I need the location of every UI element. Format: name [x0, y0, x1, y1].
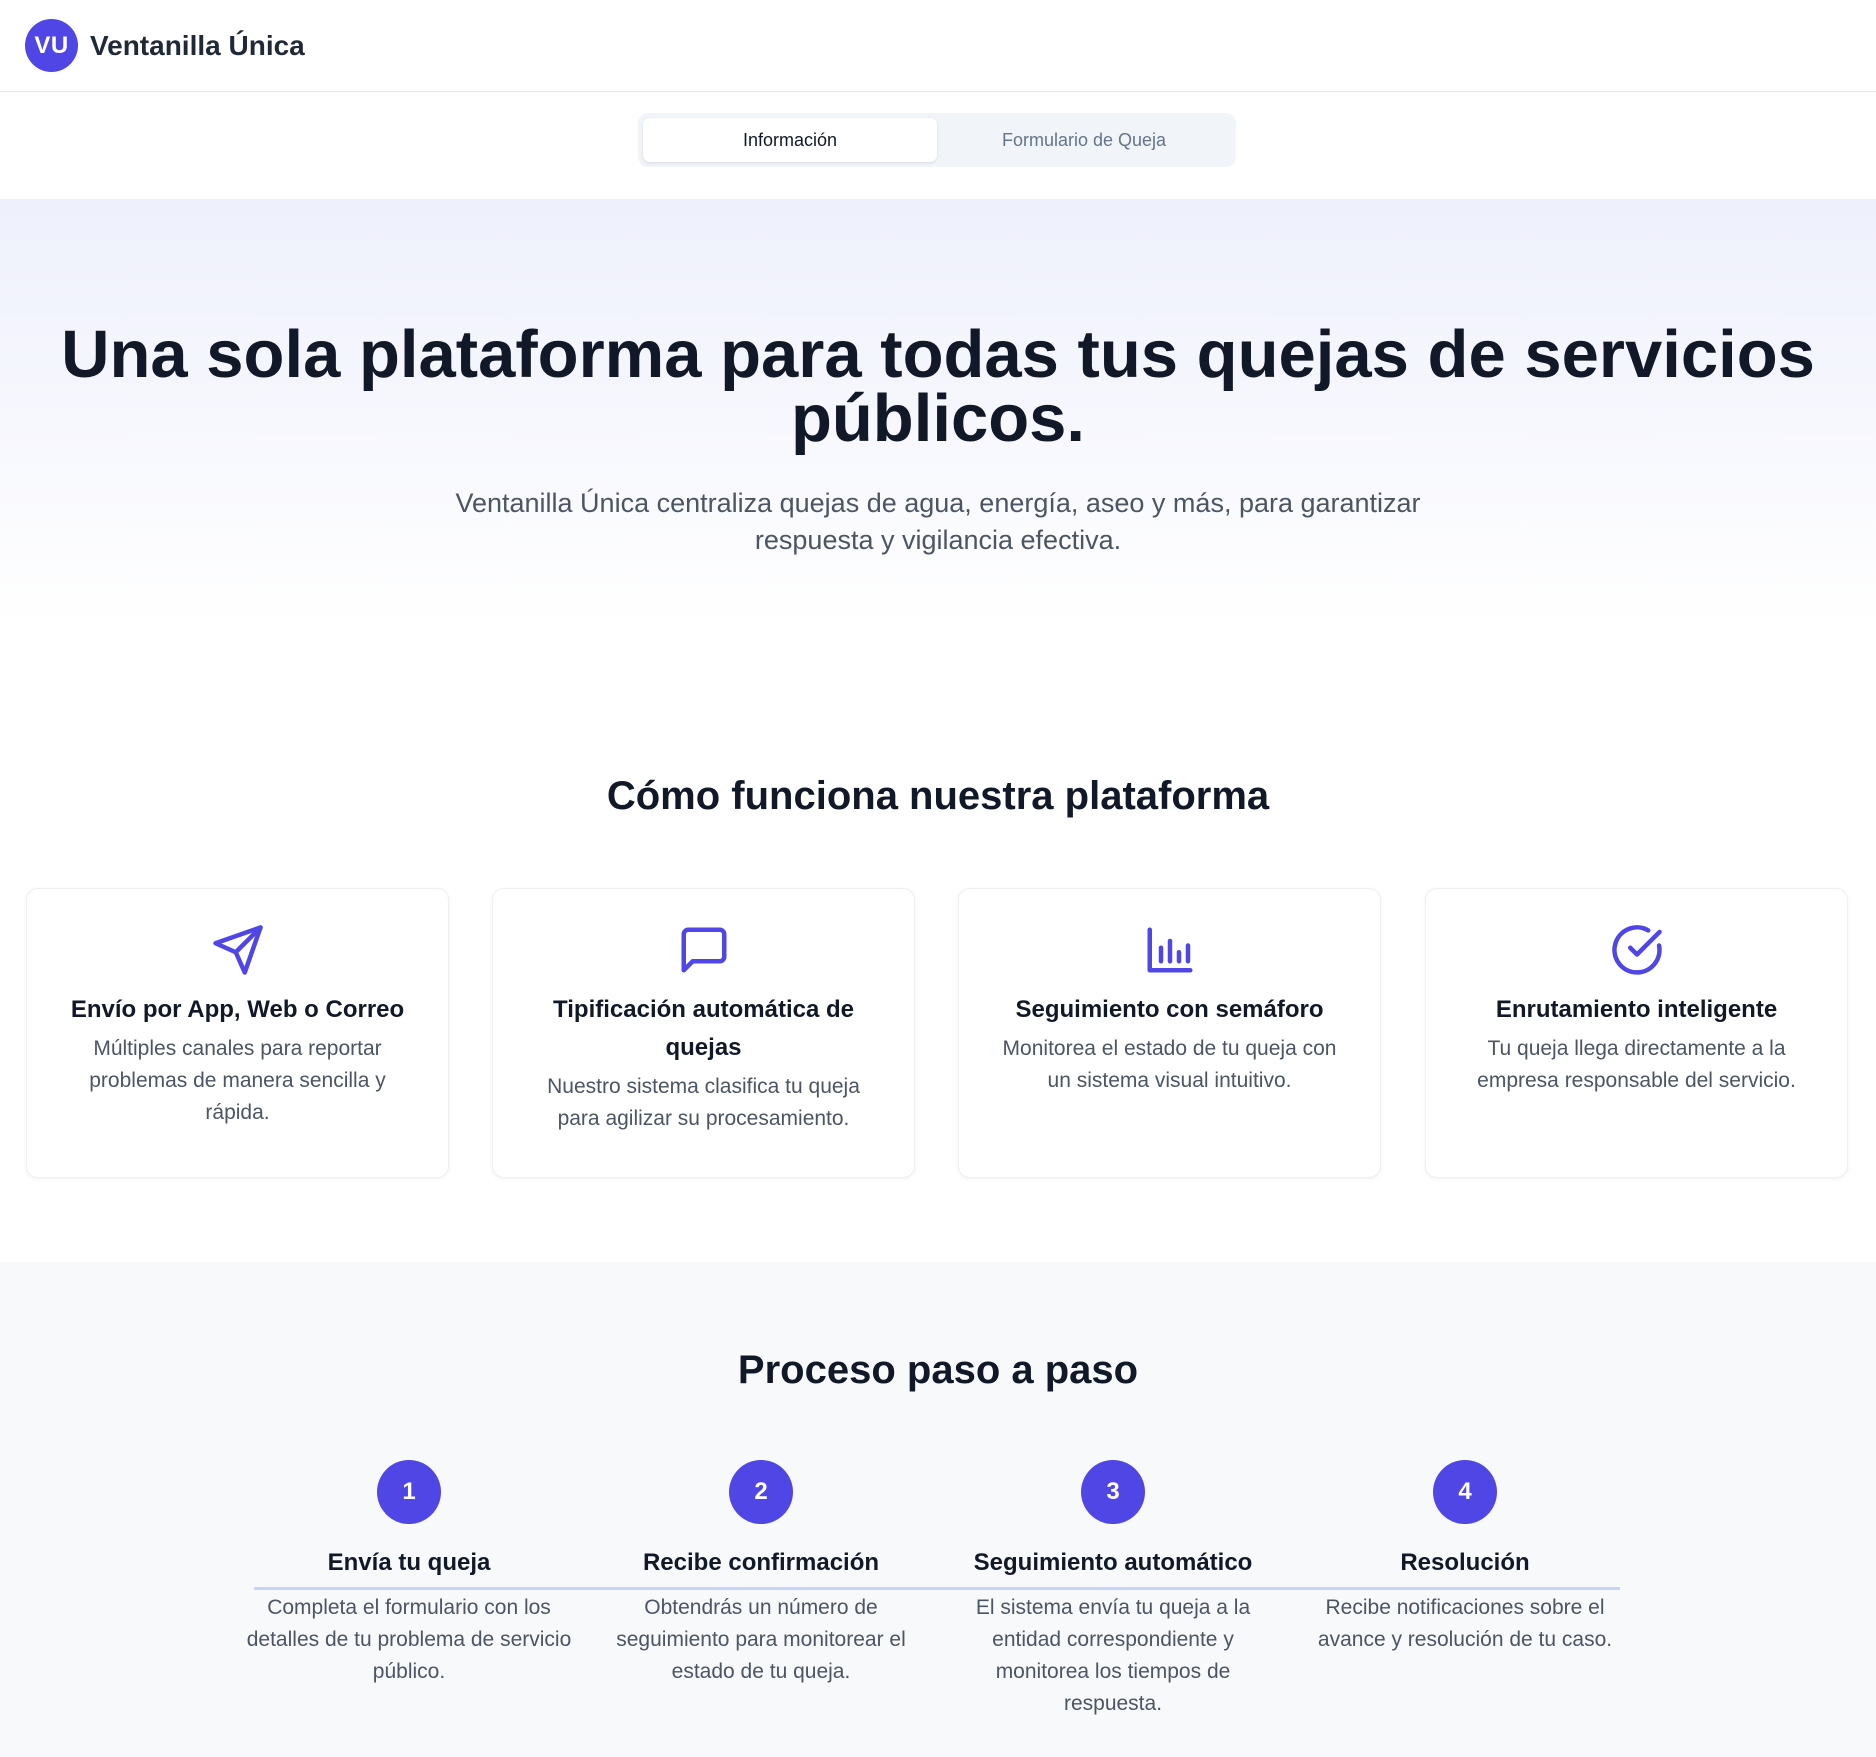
feature-card-enrutamiento: Enrutamiento inteligente Tu queja llega … — [1425, 888, 1848, 1178]
step-title: Recibe confirmación — [642, 1549, 880, 1576]
feature-card-seguimiento: Seguimiento con semáforo Monitorea el es… — [958, 888, 1381, 1178]
feature-text: Tu queja llega directamente a la empresa… — [1477, 1037, 1796, 1092]
process-step-2: 2 Recibe confirmación Obtendrás un númer… — [596, 1460, 926, 1688]
process-step-4: 4 Resolución Recibe notificaciones sobre… — [1300, 1460, 1630, 1656]
feature-card-envio: Envío por App, Web o Correo Múltiples ca… — [26, 888, 449, 1178]
step-number-badge: 1 — [377, 1460, 441, 1524]
tab-formulario-de-queja[interactable]: Formulario de Queja — [937, 118, 1231, 162]
feature-card-tipificacion: Tipificación automática de quejas Nuestr… — [492, 888, 915, 1178]
top-header: VU Ventanilla Única — [0, 0, 1876, 92]
step-text: El sistema envía tu queja a la entidad c… — [975, 1596, 1251, 1715]
hero-title: Una sola plataforma para todas tus queja… — [61, 317, 1815, 456]
step-title: Resolución — [1400, 1549, 1530, 1576]
step-number-badge: 4 — [1433, 1460, 1497, 1524]
feature-title: Tipificación automática de quejas — [553, 996, 854, 1061]
app-name[interactable]: Ventanilla Única — [90, 30, 305, 62]
step-number-badge: 2 — [729, 1460, 793, 1524]
hero-subtitle: Ventanilla Única centraliza quejas de ag… — [455, 488, 1421, 555]
hero-section: Una sola plataforma para todas tus queja… — [0, 199, 1876, 629]
process-step-1: 1 Envía tu queja Completa el formulario … — [244, 1460, 574, 1688]
send-icon — [211, 923, 265, 977]
bar-chart-icon — [1143, 923, 1197, 977]
feature-text: Múltiples canales para reportar problema… — [89, 1037, 386, 1124]
tab-informacion[interactable]: Información — [643, 118, 937, 162]
process-title: Proceso paso a paso — [737, 1348, 1139, 1392]
process-step-3: 3 Seguimiento automático El sistema enví… — [948, 1460, 1278, 1720]
feature-title: Seguimiento con semáforo — [1015, 996, 1324, 1023]
logo-badge[interactable]: VU — [25, 19, 78, 72]
check-circle-icon — [1610, 923, 1664, 977]
step-text: Completa el formulario con los detalles … — [246, 1596, 572, 1683]
feature-text: Nuestro sistema clasifica tu queja para … — [547, 1075, 860, 1130]
step-text: Recibe notificaciones sobre el avance y … — [1317, 1596, 1613, 1651]
tab-bar: Información Formulario de Queja — [638, 113, 1236, 167]
process-section: Proceso paso a paso 1 Envía tu queja Com… — [0, 1262, 1876, 1757]
step-text: Obtendrás un número de seguimiento para … — [616, 1596, 906, 1683]
message-square-icon — [677, 923, 731, 977]
feature-title: Envío por App, Web o Correo — [70, 996, 405, 1023]
feature-text: Monitorea el estado de tu queja con un s… — [1002, 1037, 1337, 1092]
step-title: Envía tu queja — [327, 1549, 491, 1576]
feature-title: Enrutamiento inteligente — [1495, 996, 1778, 1023]
step-number-badge: 3 — [1081, 1460, 1145, 1524]
step-title: Seguimiento automático — [973, 1549, 1253, 1576]
features-title: Cómo funciona nuestra plataforma — [606, 774, 1270, 818]
